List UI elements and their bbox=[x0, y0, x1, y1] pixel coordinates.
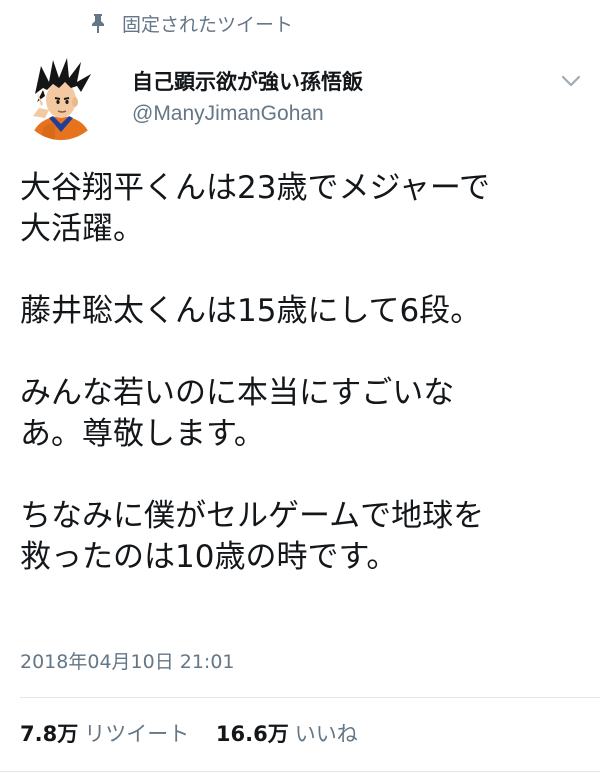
like-count: 16.6万 bbox=[215, 722, 289, 746]
avatar-gohan-icon bbox=[19, 56, 103, 140]
pinned-label: 固定されたツイート bbox=[122, 13, 294, 36]
author-display-name[interactable]: 自己顕示欲が強い孫悟飯 bbox=[132, 68, 363, 96]
tweet-paragraph: みんな若いのに本当にすごいな あ。尊敬します。 bbox=[20, 375, 455, 452]
pinned-tweet-indicator: 固定されたツイート bbox=[88, 8, 293, 38]
retweet-count: 7.8万 bbox=[20, 722, 79, 746]
author-handle[interactable]: @ManyJimanGohan bbox=[132, 100, 363, 128]
pin-icon bbox=[92, 14, 104, 33]
divider bbox=[20, 697, 600, 698]
like-label: いいね bbox=[294, 722, 358, 746]
tweet-paragraph: 大谷翔平くんは23歳でメジャーで 大活躍。 bbox=[20, 170, 491, 247]
author-block[interactable]: 自己顕示欲が強い孫悟飯 @ManyJimanGohan bbox=[132, 68, 363, 128]
tweet-paragraph: 藤井聡太くんは15歳にして6段。 bbox=[20, 293, 482, 329]
tweet-paragraph: ちなみに僕がセルゲームで地球を 救ったのは10歳の時です。 bbox=[20, 498, 485, 575]
chevron-down-icon[interactable] bbox=[560, 72, 582, 90]
tweet-timestamp[interactable]: 2018年04月10日 21:01 bbox=[20, 647, 235, 674]
retweet-count-link[interactable]: 7.8万 リツイート bbox=[20, 719, 189, 749]
retweet-label: リツイート bbox=[84, 722, 190, 746]
avatar[interactable] bbox=[19, 56, 103, 140]
divider bbox=[0, 771, 600, 772]
tweet-stats: 7.8万 リツイート 16.6万 いいね bbox=[20, 719, 378, 749]
like-count-link[interactable]: 16.6万 いいね bbox=[216, 719, 358, 749]
tweet-text: 大谷翔平くんは23歳でメジャーで 大活躍。 藤井聡太くんは15歳にして6段。 み… bbox=[20, 168, 585, 578]
